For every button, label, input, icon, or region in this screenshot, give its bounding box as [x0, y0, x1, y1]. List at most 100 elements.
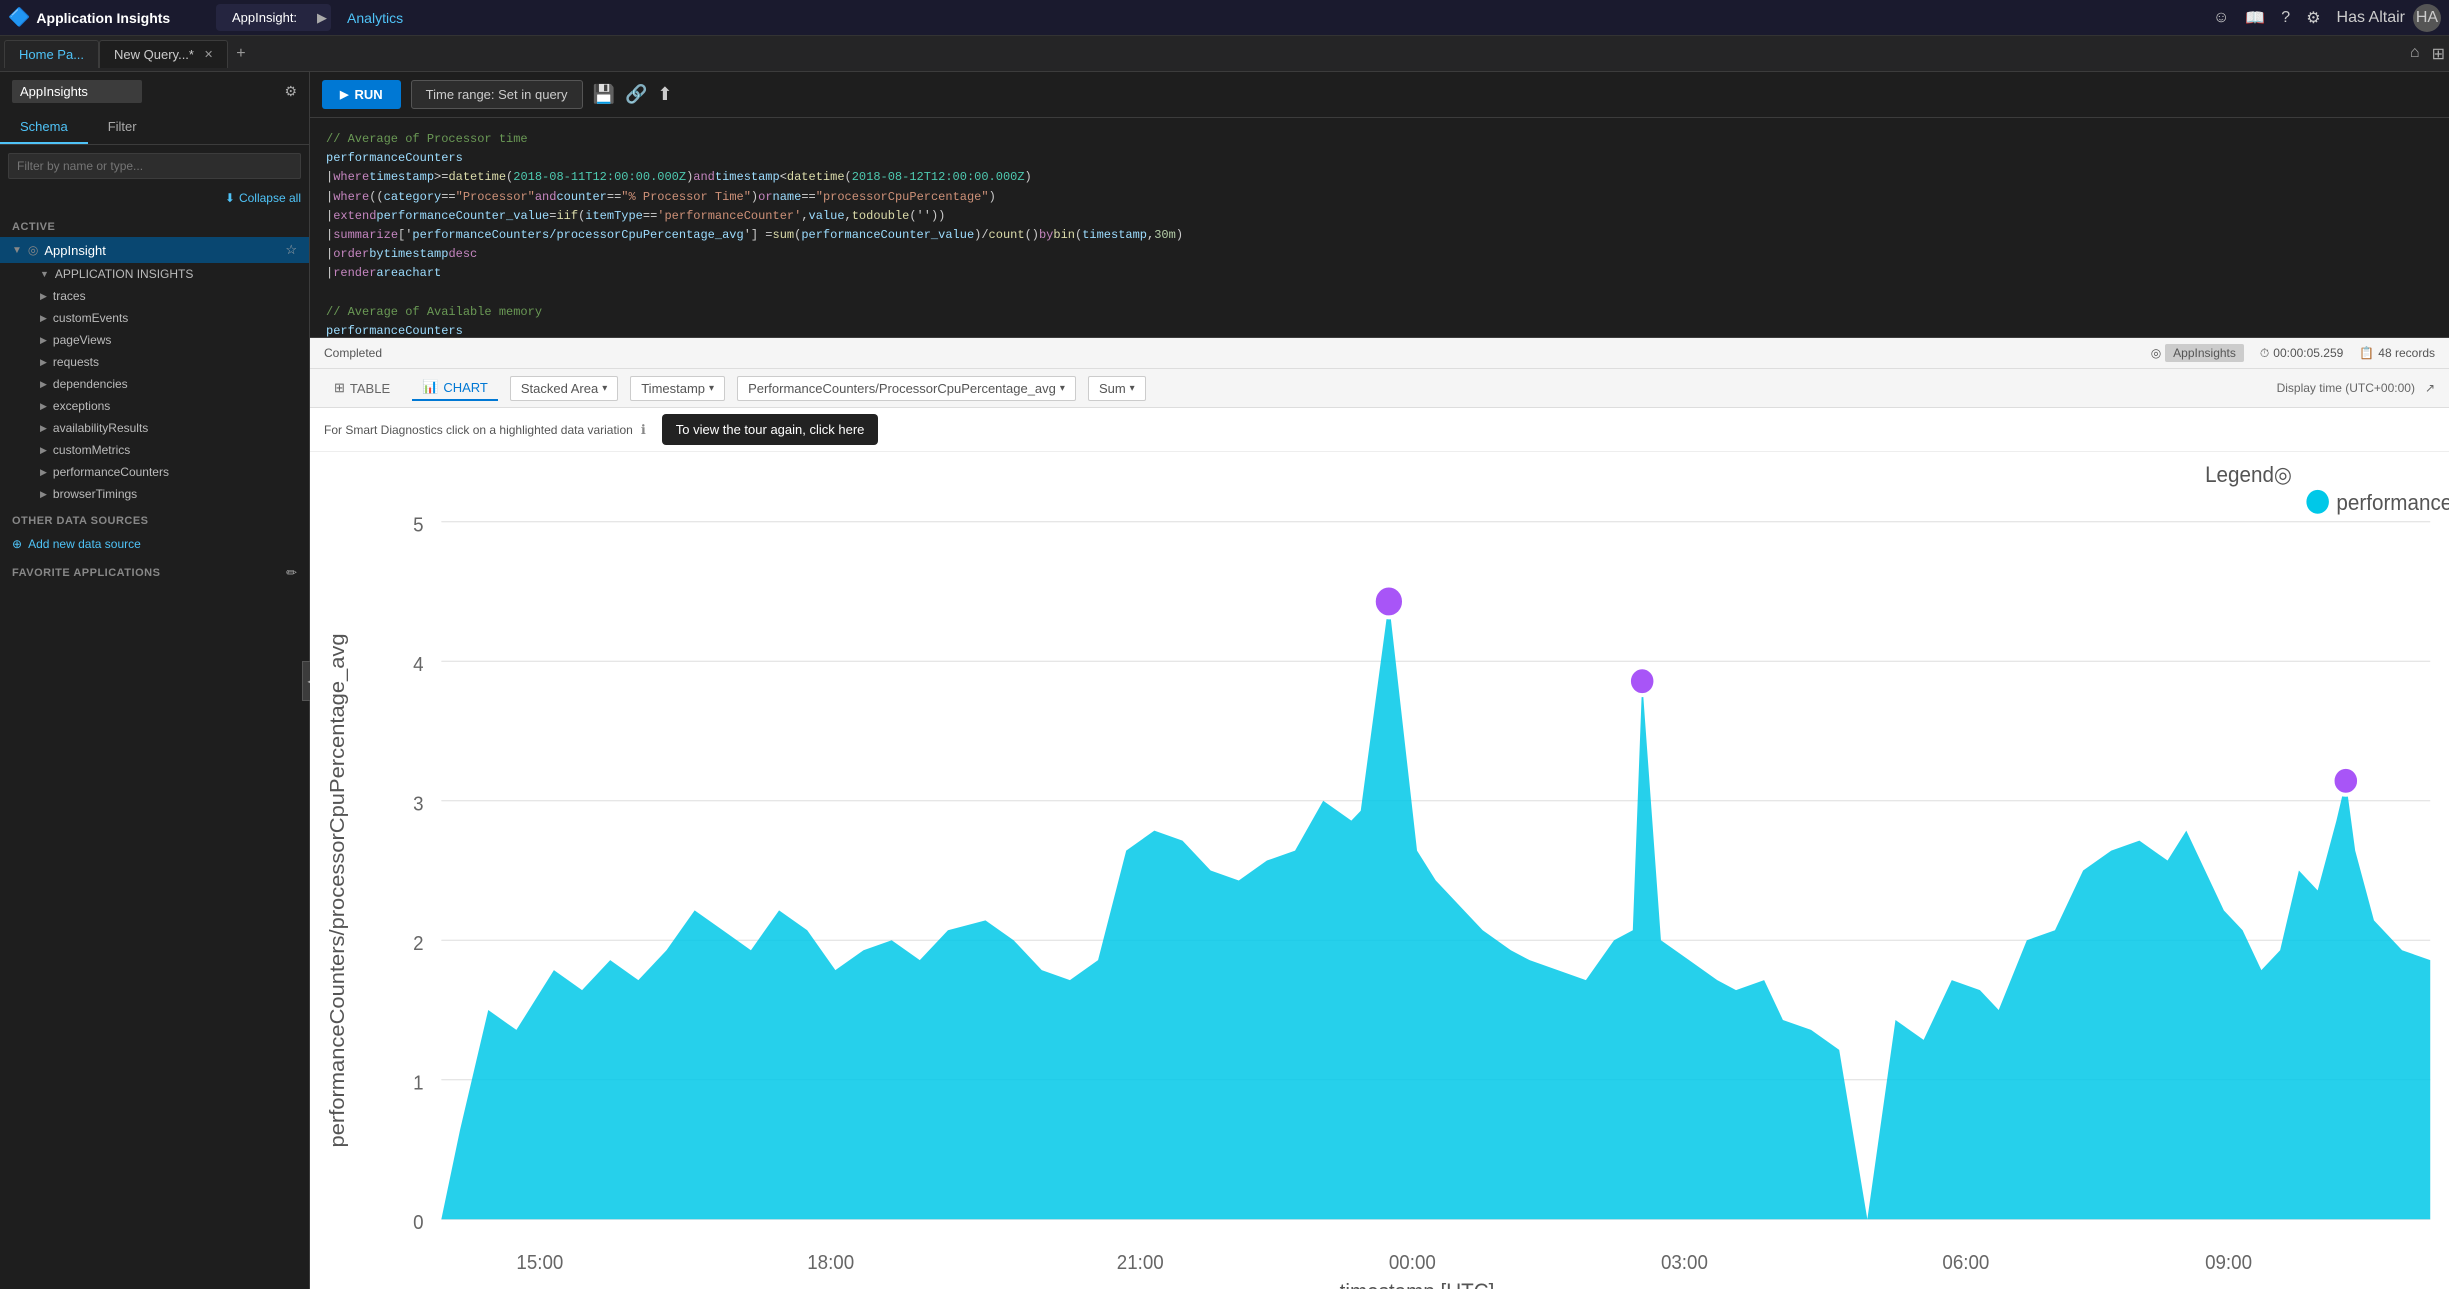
- filter-icon[interactable]: ⚙: [284, 83, 297, 100]
- stacked-area-dropdown[interactable]: Stacked Area ▾: [510, 376, 618, 401]
- appinsight-group-label: AppInsight: [44, 243, 105, 258]
- code-table2: performanceCounters: [326, 322, 463, 338]
- tree-item-availabilityresults[interactable]: ▶ availabilityResults: [28, 417, 309, 439]
- tab-home-icons: ⌂ ⊞: [2410, 44, 2445, 64]
- timestamp-dropdown[interactable]: Timestamp ▾: [630, 376, 725, 401]
- app-name-box: [12, 80, 142, 103]
- chart-view-btn[interactable]: 📊 CHART: [412, 375, 498, 401]
- edit-icon[interactable]: ✏: [286, 565, 297, 581]
- chart-icon: 📊: [422, 379, 438, 395]
- records-icon: 📋: [2359, 346, 2374, 360]
- smiley-icon[interactable]: ☺: [2213, 9, 2229, 27]
- metric-dropdown[interactable]: PerformanceCounters/ProcessorCpuPercenta…: [737, 376, 1076, 401]
- tree-item-dependencies[interactable]: ▶ dependencies: [28, 373, 309, 395]
- code-line2: | where (( category == "Processor" and c…: [326, 188, 2433, 207]
- code-line6: | render areachart: [326, 264, 2433, 283]
- table-view-btn[interactable]: ⊞ TABLE: [324, 376, 400, 400]
- tree-item-requests[interactable]: ▶ requests: [28, 351, 309, 373]
- other-sources-label: OTHER DATA SOURCES: [0, 507, 309, 531]
- home-icon[interactable]: ⌂: [2410, 44, 2420, 64]
- appinsight-tab[interactable]: AppInsight:: [216, 4, 313, 31]
- analytics-label: Analytics: [347, 10, 403, 26]
- tree-item-traces[interactable]: ▶ traces: [28, 285, 309, 307]
- home-tab[interactable]: Home Pa...: [4, 40, 99, 68]
- chart-container: 0 1 2 3 4 5 performanceCounters/processo…: [310, 452, 2449, 1289]
- tree-item-pageviews[interactable]: ▶ pageViews: [28, 329, 309, 351]
- settings-icon[interactable]: ⚙: [2306, 8, 2320, 28]
- user-name: Has Altair: [2337, 9, 2405, 27]
- appinsight-chevron: ▼: [12, 245, 22, 256]
- new-query-tab[interactable]: New Query...* ✕: [99, 40, 228, 68]
- legend-item-label: performanceCounters/...: [2336, 490, 2449, 515]
- tour-tooltip[interactable]: To view the tour again, click here: [662, 414, 879, 445]
- schema-tab[interactable]: Schema: [0, 111, 88, 144]
- active-label: ACTIVE: [0, 213, 309, 237]
- results-area: Completed ◎ AppInsights ⏱ 00:00:05.259 📋…: [310, 338, 2449, 1289]
- tree-item-performancecounters[interactable]: ▶ performanceCounters: [28, 461, 309, 483]
- highlight-dot-1[interactable]: [1374, 586, 1404, 618]
- tree-item-custommetrics[interactable]: ▶ customMetrics: [28, 439, 309, 461]
- info-icon[interactable]: ℹ: [641, 422, 646, 438]
- favorite-section: FAVORITE APPLICATIONS ✏: [0, 557, 309, 589]
- save-button[interactable]: 💾: [593, 84, 615, 105]
- sidebar-collapse-btn[interactable]: ⬇ Collapse all: [0, 187, 309, 209]
- results-right: Display time (UTC+00:00) ↗: [2277, 381, 2435, 395]
- add-datasource-btn[interactable]: ⊕ Add new data source: [0, 531, 309, 557]
- appinsights-name: AppInsights: [2165, 344, 2244, 362]
- y-label-3: 3: [413, 793, 423, 816]
- add-tab-button[interactable]: +: [236, 45, 245, 63]
- appinsights-badge-icon: ◎: [2151, 346, 2161, 360]
- aggregation-dropdown[interactable]: Sum ▾: [1088, 376, 1146, 401]
- book-icon[interactable]: 📖: [2245, 8, 2265, 28]
- aggregation-chevron: ▾: [1130, 383, 1135, 394]
- x-label-1800: 18:00: [807, 1252, 854, 1275]
- link-button[interactable]: 🔗: [625, 84, 647, 105]
- tree-item-browsertimings[interactable]: ▶ browserTimings: [28, 483, 309, 505]
- run-button[interactable]: ▶ RUN: [322, 80, 401, 109]
- sidebar: ⚙ Schema Filter ⬇ Collapse all ACTIVE ▼ …: [0, 72, 310, 1289]
- tree-item-exceptions[interactable]: ▶ exceptions: [28, 395, 309, 417]
- appinsight-group-header[interactable]: ▼ ◎ AppInsight ☆: [0, 237, 309, 263]
- y-label-1: 1: [413, 1072, 423, 1095]
- code-line4: | summarize [' performanceCounters/proce…: [326, 226, 2433, 245]
- tab-close-icon[interactable]: ✕: [204, 48, 213, 61]
- help-icon[interactable]: ?: [2281, 9, 2290, 27]
- highlight-dot-3[interactable]: [2333, 767, 2359, 795]
- sidebar-tabs: Schema Filter: [0, 111, 309, 145]
- aggregation-label: Sum: [1099, 381, 1126, 396]
- time-icon: ⏱: [2260, 346, 2269, 361]
- add-datasource-label: Add new data source: [28, 537, 141, 551]
- expand-icon[interactable]: ↗: [2425, 381, 2435, 395]
- highlight-dot-2[interactable]: [1629, 667, 1655, 695]
- tour-tooltip-text: To view the tour again, click here: [676, 422, 865, 437]
- export-button[interactable]: ⬆: [657, 84, 672, 105]
- code-editor[interactable]: // Average of Processor time performance…: [310, 118, 2449, 338]
- tree-item-customevents[interactable]: ▶ customEvents: [28, 307, 309, 329]
- code-line-table1: performanceCounters: [326, 149, 2433, 168]
- x-label-2100: 21:00: [1117, 1252, 1164, 1275]
- add-icon: ⊕: [12, 537, 22, 551]
- chart-label: CHART: [443, 380, 488, 395]
- user-section[interactable]: Has Altair HA: [2337, 4, 2441, 32]
- table-label: TABLE: [350, 381, 390, 396]
- time-range-button[interactable]: Time range: Set in query: [411, 80, 583, 109]
- display-time-label[interactable]: Display time (UTC+00:00): [2277, 381, 2415, 395]
- metric-chevron: ▾: [1060, 383, 1065, 394]
- code-line-comment1: // Average of Processor time: [326, 130, 2433, 149]
- records-badge: 📋 48 records: [2359, 346, 2435, 360]
- app-name-input[interactable]: [12, 80, 142, 103]
- smart-diag-text: For Smart Diagnostics click on a highlig…: [324, 423, 633, 437]
- sidebar-search: [0, 145, 309, 187]
- x-label-0600: 06:00: [1942, 1252, 1989, 1275]
- timestamp-chevron: ▾: [709, 383, 714, 394]
- x-axis-title: timestamp [UTC]: [1340, 1279, 1495, 1289]
- y-label-5: 5: [413, 514, 423, 537]
- search-input[interactable]: [8, 153, 301, 179]
- time-badge: ⏱ 00:00:05.259: [2260, 346, 2343, 361]
- tabs-icon[interactable]: ⊞: [2432, 44, 2445, 64]
- status-text: Completed: [324, 346, 382, 360]
- tab-strip: AppInsight: ▶: [216, 4, 331, 31]
- code-line-comment2: // Average of Available memory: [326, 303, 2433, 322]
- star-icon[interactable]: ☆: [285, 242, 297, 258]
- filter-tab[interactable]: Filter: [88, 111, 157, 144]
